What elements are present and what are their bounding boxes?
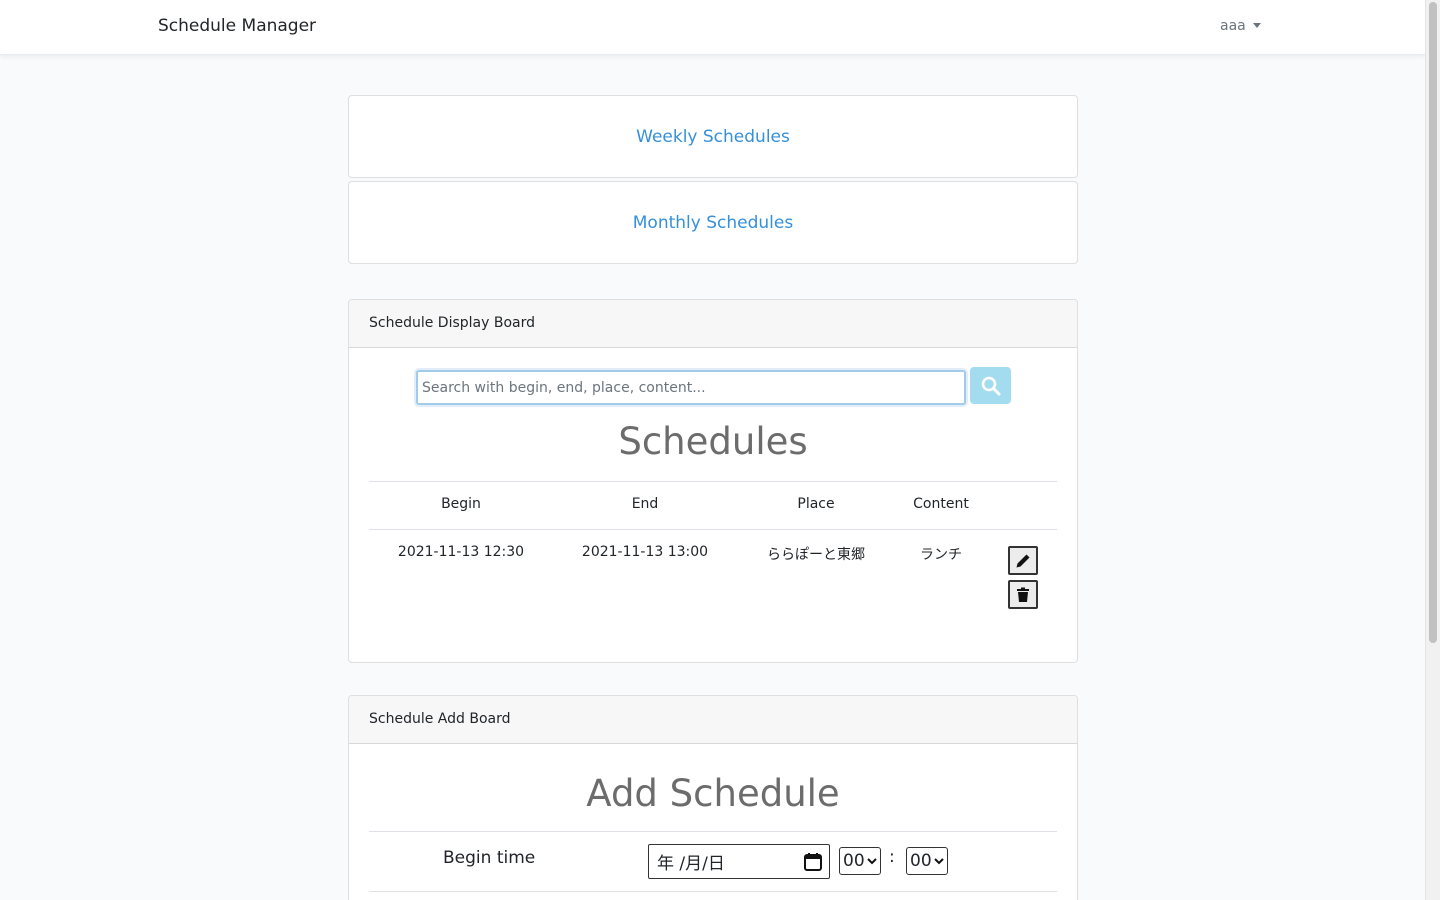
edit-button[interactable]	[1008, 546, 1038, 575]
search-icon	[981, 376, 1000, 395]
add-board-header: Schedule Add Board	[349, 696, 1077, 744]
table-top-rule	[369, 481, 1057, 482]
display-board-header: Schedule Display Board	[349, 300, 1077, 348]
begin-date-input[interactable]: 年 /月/日	[648, 844, 830, 879]
add-schedule-title: Add Schedule	[586, 772, 840, 815]
pencil-icon	[1016, 554, 1030, 567]
weekly-schedules-link[interactable]: Weekly Schedules	[636, 127, 790, 147]
schedule-add-board: Schedule Add Board Add Schedule Begin ti…	[348, 695, 1078, 900]
begin-minute-select[interactable]: 00	[906, 847, 948, 875]
calendar-icon	[804, 852, 822, 871]
page-scrollbar[interactable]	[1425, 0, 1440, 900]
minute-value: 00	[910, 851, 932, 871]
form-top-rule	[369, 831, 1057, 832]
table-header-rule	[369, 529, 1057, 530]
column-header-end: End	[631, 496, 659, 512]
time-separator: :	[889, 847, 895, 867]
monthly-schedules-link[interactable]: Monthly Schedules	[633, 213, 793, 233]
search-button[interactable]	[970, 367, 1011, 404]
hour-value: 00	[843, 851, 865, 871]
begin-time-label: Begin time	[443, 848, 536, 868]
chevron-down-icon	[933, 858, 944, 865]
monthly-card: Monthly Schedules	[348, 181, 1078, 264]
date-placeholder: 年 /月/日	[657, 854, 725, 874]
trash-icon	[1017, 587, 1029, 602]
cell-end: 2021-11-13 13:00	[581, 544, 709, 560]
navbar: Schedule Manager aaa	[0, 0, 1425, 55]
user-name: aaa	[1220, 18, 1246, 34]
brand-link[interactable]: Schedule Manager	[158, 16, 316, 36]
scrollbar-thumb[interactable]	[1429, 2, 1437, 643]
search-input[interactable]	[416, 370, 966, 405]
weekly-card: Weekly Schedules	[348, 95, 1078, 178]
user-dropdown[interactable]: aaa	[1220, 18, 1261, 34]
column-header-content: Content	[913, 496, 969, 512]
column-header-place: Place	[797, 496, 835, 512]
form-row-rule	[369, 891, 1057, 892]
begin-hour-select[interactable]: 00	[839, 847, 881, 875]
schedules-title: Schedules	[618, 420, 808, 463]
schedule-display-board: Schedule Display Board Schedules Begin E…	[348, 299, 1078, 663]
cell-begin: 2021-11-13 12:30	[397, 544, 525, 560]
cell-content: ランチ	[920, 547, 962, 563]
cell-place: ららぽーと東郷	[767, 547, 865, 563]
delete-button[interactable]	[1008, 580, 1038, 609]
chevron-down-icon	[866, 858, 877, 865]
caret-down-icon	[1252, 22, 1261, 28]
column-header-begin: Begin	[441, 496, 481, 512]
